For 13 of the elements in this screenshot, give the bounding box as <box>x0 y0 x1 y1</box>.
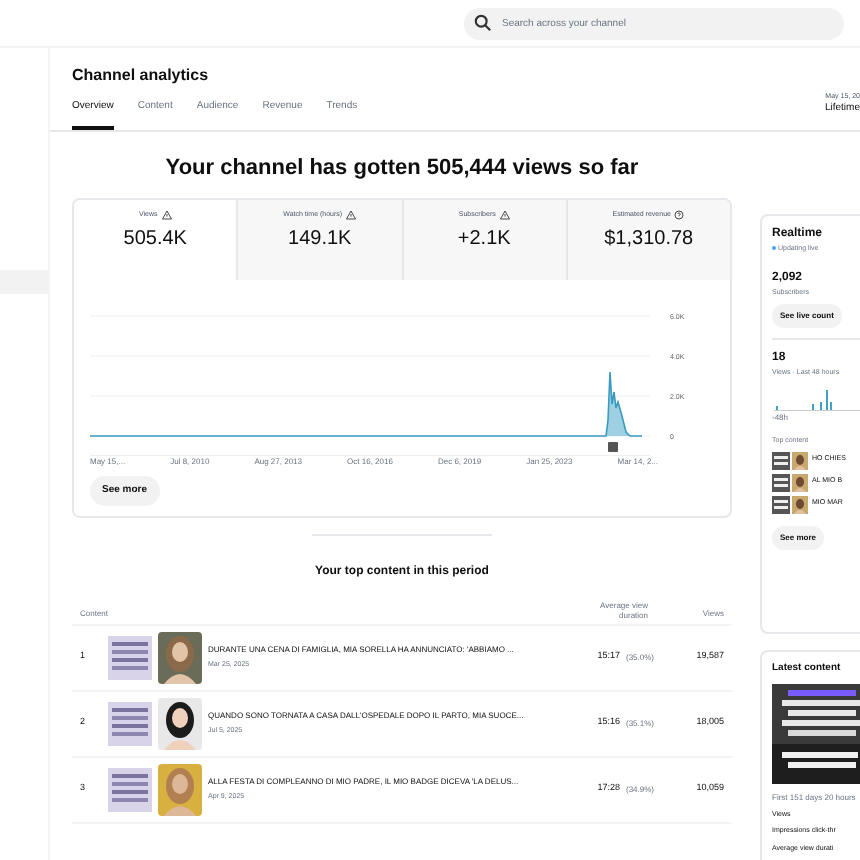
warning-icon <box>499 209 510 220</box>
warning-icon <box>161 209 172 220</box>
metric-value: $1,310.78 <box>604 225 694 254</box>
warning-icon <box>346 209 357 220</box>
help-icon <box>674 209 685 220</box>
metric-value: +2.1K <box>457 225 511 254</box>
headline: Your channel has gotten 505,444 views so far <box>163 153 641 183</box>
realtime-bar-chart <box>772 384 860 413</box>
metric-value: 149.1K <box>288 225 352 254</box>
metric-value: 505.4K <box>123 225 187 254</box>
video-marker-icon <box>608 441 618 451</box>
search-icon <box>474 14 492 32</box>
page-title: Channel analytics <box>72 64 211 88</box>
